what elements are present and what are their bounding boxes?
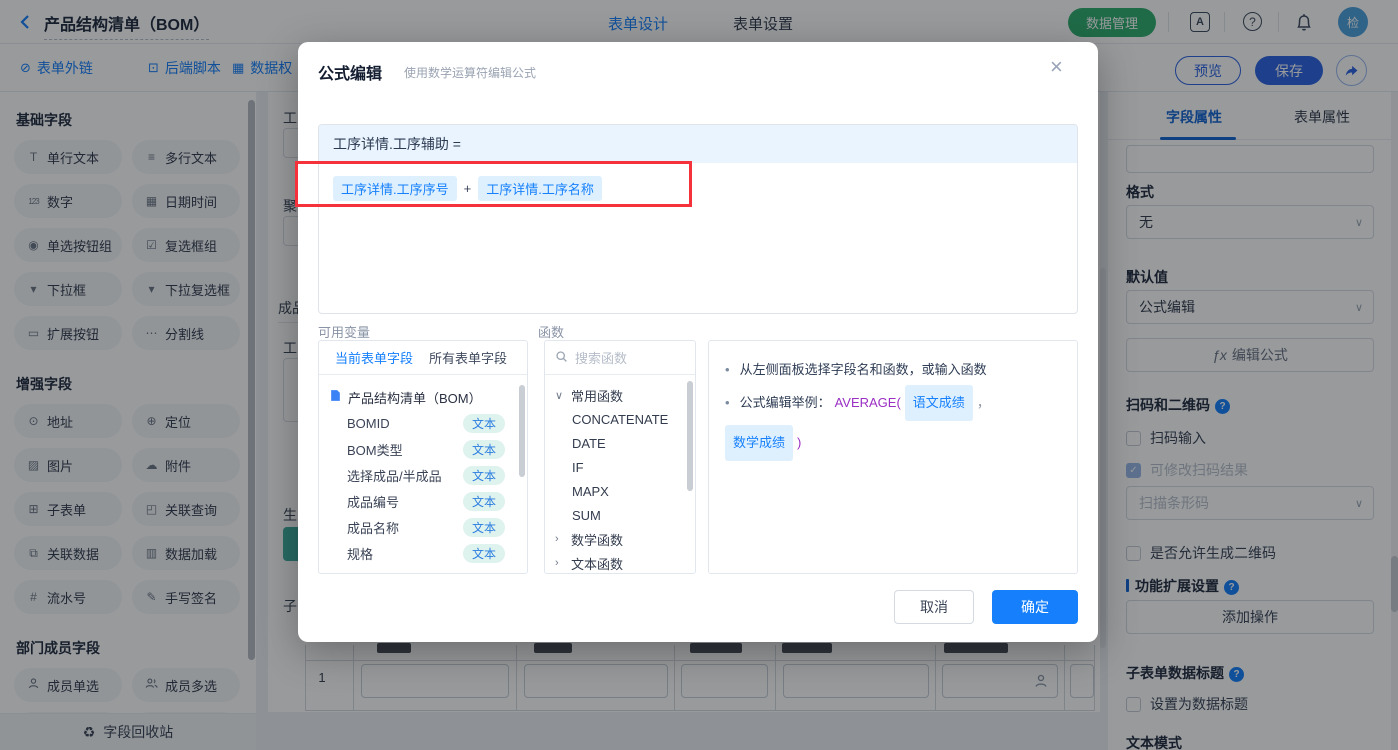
functions-list: ∨ 常用函数 CONCATENATE DATE IF MAPX SUM › 数学函数… — [545, 375, 695, 573]
help-text: 公式编辑举例： — [739, 395, 831, 410]
example-field-chip: 语文成绩 — [904, 385, 973, 421]
file-icon — [329, 389, 342, 405]
function-search-input[interactable]: 搜索函数 — [545, 341, 695, 375]
tree-field[interactable]: BOM类型 文本 — [329, 436, 519, 462]
function-item[interactable]: SUM — [555, 503, 695, 527]
function-name: DATE — [572, 435, 606, 451]
formula-operator[interactable]: + — [464, 181, 472, 196]
modal-subtitle: 使用数学运算符编辑公式 — [404, 66, 537, 80]
search-placeholder: 搜索函数 — [575, 351, 628, 366]
type-badge: 文本 — [462, 465, 505, 485]
function-item[interactable]: MAPX — [555, 479, 695, 503]
tree-field[interactable]: 成品名称 文本 — [329, 514, 519, 540]
function-name: IF — [572, 459, 584, 475]
group-label: 数学函数 — [571, 532, 624, 548]
functions-label: 函数 — [538, 325, 565, 340]
formula-editor: 工序详情.工序辅助 = 工序详情.工序序号 + 工序详情.工序名称 — [318, 124, 1078, 314]
example-function-close: ) — [797, 435, 802, 450]
field-name: BOMID — [347, 415, 390, 431]
type-badge: 文本 — [462, 413, 505, 433]
chevron-down-icon: ∨ — [555, 389, 564, 402]
bullet-icon: • — [725, 395, 730, 410]
variables-label: 可用变量 — [318, 325, 371, 340]
field-name: 成品名称 — [347, 520, 400, 536]
tab-all-form-fields[interactable]: 所有表单字段 — [429, 348, 507, 367]
chevron-right-icon: › — [555, 533, 559, 545]
field-name: 选择成品/半成品 — [347, 468, 442, 484]
field-name: 规格 — [347, 546, 374, 562]
formula-token[interactable]: 工序详情.工序序号 — [333, 176, 457, 201]
example-field-chip: 数学成绩 — [725, 425, 794, 461]
cancel-button[interactable]: 取消 — [894, 590, 974, 624]
example-function-open: AVERAGE( — [834, 395, 901, 410]
app-root: 产品结构清单（BOM） 表单设计 表单设置 数据管理 A ? 检 ⊘ 表单外链 ⊡… — [0, 0, 1398, 750]
variables-tabs: 当前表单字段 所有表单字段 — [319, 341, 527, 375]
group-label: 常用函数 — [571, 388, 624, 404]
close-icon[interactable]: × — [1050, 56, 1063, 78]
variables-scrollbar[interactable] — [519, 385, 525, 477]
tree-field[interactable]: 选择成品/半成品 文本 — [329, 462, 519, 488]
tree-field[interactable]: 成品编号 文本 — [329, 488, 519, 514]
variables-panel: 当前表单字段 所有表单字段 产品结构清单（BOM） BOMID 文本 BOM类型文… — [318, 340, 528, 574]
function-group-common[interactable]: ∨ 常用函数 — [555, 383, 695, 407]
formula-editor-modal: 公式编辑 使用数学运算符编辑公式 × 工序详情.工序辅助 = 工序详情.工序序号… — [298, 42, 1098, 642]
function-item[interactable]: IF — [555, 455, 695, 479]
bullet-icon: • — [725, 362, 730, 377]
tree-root[interactable]: 产品结构清单（BOM） — [329, 384, 519, 410]
formula-target: 工序详情.工序辅助 = — [319, 125, 1077, 163]
help-text: 从左侧面板选择字段名和函数，或输入函数 — [739, 362, 987, 377]
tree-root-label: 产品结构清单（BOM） — [348, 390, 482, 406]
tab-current-form-fields[interactable]: 当前表单字段 — [335, 348, 413, 367]
search-icon — [555, 350, 568, 366]
help-line-1: • 从左侧面板选择字段名和函数，或输入函数 — [725, 355, 1061, 385]
function-item[interactable]: CONCATENATE — [555, 407, 695, 431]
help-panel: • 从左侧面板选择字段名和函数，或输入函数 • 公式编辑举例： AVERAGE( … — [708, 340, 1078, 574]
field-name: 成品编号 — [347, 494, 400, 510]
type-badge: 文本 — [462, 517, 505, 537]
help-line-2: • 公式编辑举例： AVERAGE( 语文成绩 ， 数学成绩 ) — [725, 385, 1061, 461]
function-group-text[interactable]: › 文本函数 — [555, 551, 695, 573]
example-comma: ， — [976, 395, 990, 410]
functions-panel: 搜索函数 ∨ 常用函数 CONCATENATE DATE IF MAPX SUM … — [544, 340, 696, 574]
function-name: CONCATENATE — [572, 411, 669, 427]
chevron-right-icon: › — [555, 557, 559, 569]
confirm-button[interactable]: 确定 — [992, 590, 1078, 624]
functions-scrollbar[interactable] — [687, 381, 693, 491]
variables-tree: 产品结构清单（BOM） BOMID 文本 BOM类型 文本 选择成品/半成品 文本 成… — [319, 375, 527, 566]
field-name: BOM类型 — [347, 442, 403, 458]
group-label: 文本函数 — [571, 556, 624, 572]
modal-title: 公式编辑 — [318, 66, 383, 83]
type-badge: 文本 — [462, 439, 505, 459]
type-badge: 文本 — [462, 491, 505, 511]
function-name: MAPX — [572, 483, 609, 499]
function-item[interactable]: DATE — [555, 431, 695, 455]
function-name: SUM — [572, 507, 601, 523]
function-group-math[interactable]: › 数学函数 — [555, 527, 695, 551]
type-badge: 文本 — [462, 543, 505, 563]
tree-field[interactable]: BOMID 文本 — [329, 410, 519, 436]
tree-field[interactable]: 规格 文本 — [329, 540, 519, 566]
formula-input-area[interactable]: 工序详情.工序序号 + 工序详情.工序名称 — [319, 163, 1077, 214]
formula-token[interactable]: 工序详情.工序名称 — [478, 176, 602, 201]
